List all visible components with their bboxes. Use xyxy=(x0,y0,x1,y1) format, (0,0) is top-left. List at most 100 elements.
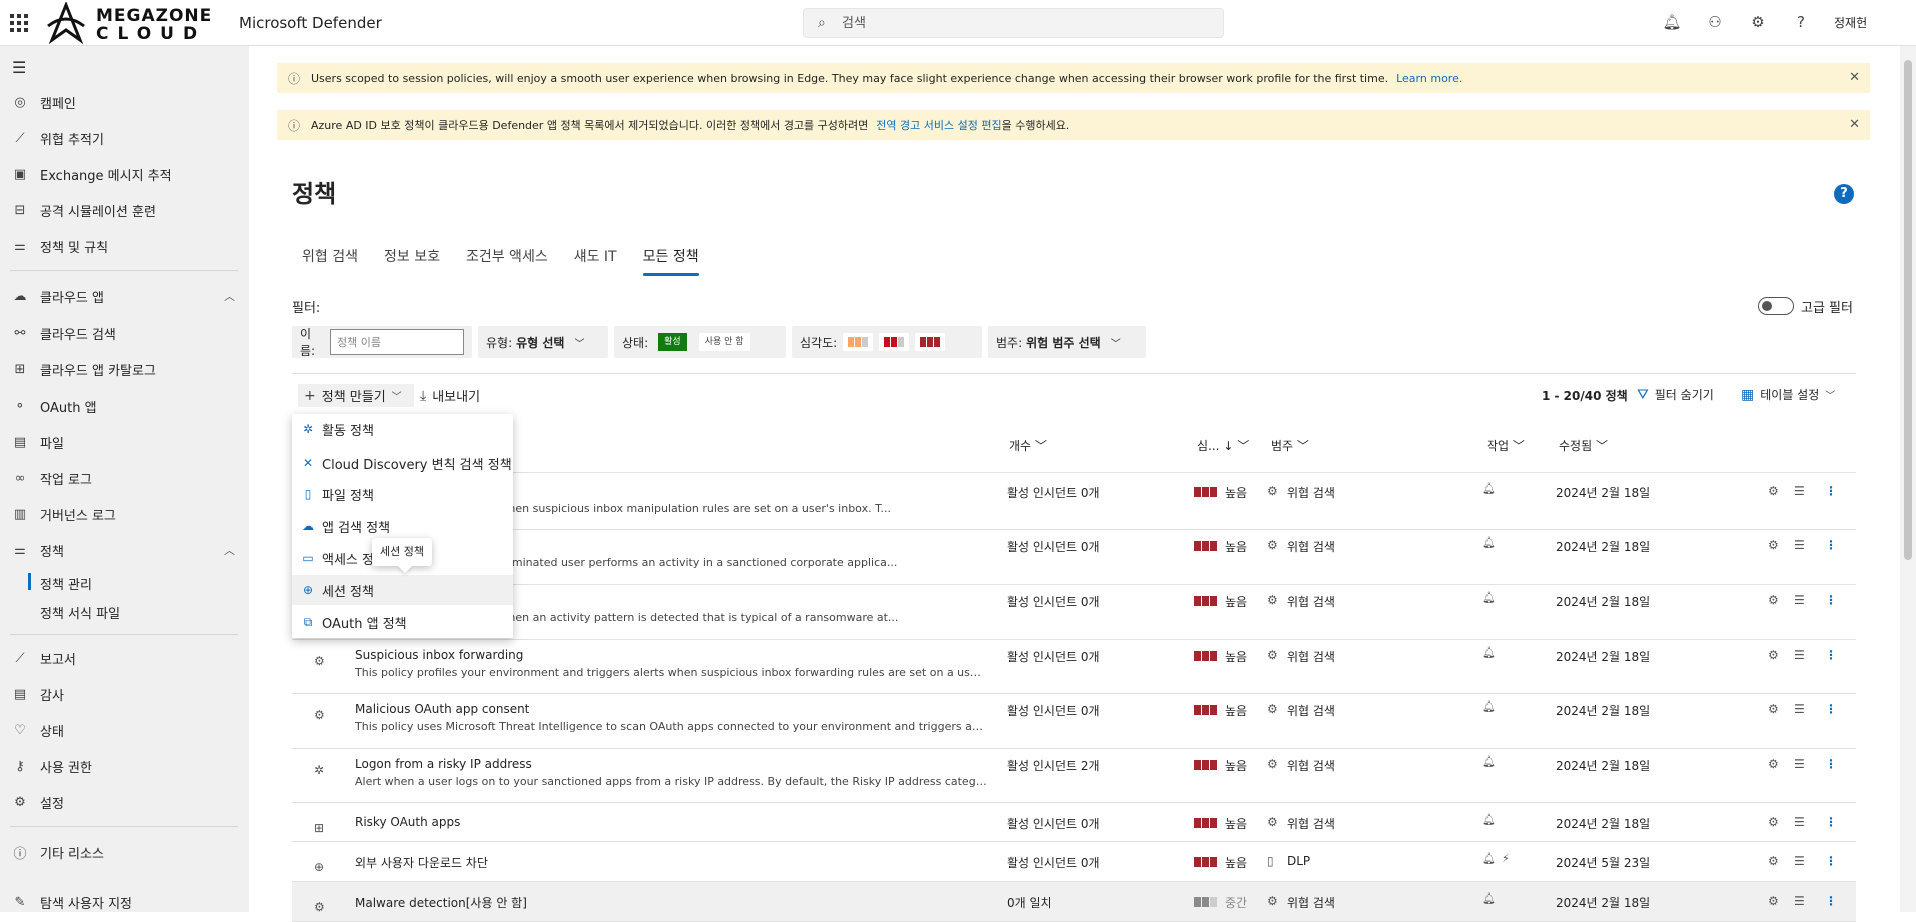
close-icon[interactable]: ✕ xyxy=(1849,117,1860,132)
list-icon[interactable]: ☰ xyxy=(1794,894,1805,908)
search-box[interactable]: ⌕ xyxy=(803,8,1224,38)
sidebar-item-oauth-apps[interactable]: ⚬ OAuth 앱 xyxy=(0,390,249,422)
policy-count-cell[interactable]: 활성 인시던트 0개 xyxy=(1007,484,1100,501)
sidebar-item-governance-log[interactable]: ▥ 거버넌스 로그 xyxy=(0,498,249,530)
menu-item-activity-policy[interactable]: ✲ 활동 정책 xyxy=(292,414,513,444)
policy-count-cell[interactable]: 활성 인시던트 0개 xyxy=(1007,702,1100,719)
settings-gear-icon[interactable]: ⚙ xyxy=(1768,648,1779,662)
list-icon[interactable]: ☰ xyxy=(1794,854,1805,868)
settings-gear-icon[interactable]: ⚙ xyxy=(1748,13,1768,33)
menu-item-app-discovery-policy[interactable]: ☁ 앱 검색 정책 xyxy=(292,511,513,541)
sidebar-item-audit[interactable]: ▤ 감사 xyxy=(0,678,249,710)
close-icon[interactable]: ✕ xyxy=(1849,70,1860,85)
learn-more-link[interactable]: Learn more. xyxy=(1396,72,1462,85)
app-launcher-icon[interactable] xyxy=(10,14,28,32)
sidebar-item-settings[interactable]: ⚙ 설정 xyxy=(0,786,249,818)
table-row[interactable]: ⛨nment and triggers alerts when an activ… xyxy=(292,585,1856,640)
sidebar-item-customize-nav[interactable]: ✎ 탐색 사용자 지정 xyxy=(0,886,249,918)
policy-name-input[interactable] xyxy=(330,329,464,355)
bell-icon[interactable]: 🔔︎ xyxy=(1662,13,1682,33)
hamburger-menu-icon[interactable]: ☰ xyxy=(12,58,26,77)
more-options-icon[interactable]: ⋮ xyxy=(1825,702,1837,716)
column-header-severity[interactable]: 심... ↓ ﹀ xyxy=(1197,437,1249,454)
sidebar-item-cloud-discovery[interactable]: ⚯ 클라우드 검색 xyxy=(0,317,249,349)
sidebar-item-health[interactable]: ♡ 상태 xyxy=(0,714,249,746)
status-active-pill[interactable]: 활성 xyxy=(658,333,687,351)
sidebar-item-permissions[interactable]: ⚷ 사용 권한 xyxy=(0,750,249,782)
sidebar-item-cloud-apps[interactable]: ☁ 클라우드 앱 ︿ xyxy=(0,280,249,312)
sidebar-item-more-resources[interactable]: ⓘ 기타 리소스 xyxy=(0,836,249,868)
vertical-scrollbar[interactable] xyxy=(1900,46,1916,912)
policy-name[interactable]: Malware detection[사용 안 함] xyxy=(355,894,527,911)
create-policy-button[interactable]: + 정책 만들기 ﹀ xyxy=(298,384,414,407)
tab-threat-detection[interactable]: 위협 검색 xyxy=(292,246,368,278)
policy-count-cell[interactable]: 0개 일치 xyxy=(1007,894,1052,911)
table-row[interactable]: ✲ Logon from a risky IP address Alert when… xyxy=(292,749,1856,803)
settings-gear-icon[interactable]: ⚙ xyxy=(1768,757,1779,771)
hide-filters-button[interactable]: ⛛ 필터 숨기기 xyxy=(1637,386,1714,403)
status-disabled-pill[interactable]: 사용 안 함 xyxy=(698,333,750,351)
list-icon[interactable]: ☰ xyxy=(1794,815,1805,829)
more-options-icon[interactable]: ⋮ xyxy=(1825,815,1837,829)
list-icon[interactable]: ☰ xyxy=(1794,757,1805,771)
tab-conditional-access[interactable]: 조건부 액세스 xyxy=(456,246,558,278)
sidebar-item-attack-simulation[interactable]: ⊟ 공격 시뮬레이션 훈련 xyxy=(0,194,249,226)
list-icon[interactable]: ☰ xyxy=(1794,648,1805,662)
menu-item-oauth-policy[interactable]: ⧉ OAuth 앱 정책 xyxy=(292,607,513,637)
column-header-category[interactable]: 범주 ﹀ xyxy=(1271,437,1309,454)
app-title[interactable]: Microsoft Defender xyxy=(239,14,382,32)
scrollbar-thumb[interactable] xyxy=(1904,60,1912,560)
settings-gear-icon[interactable]: ⚙ xyxy=(1768,538,1779,552)
severity-medium-option[interactable] xyxy=(879,333,910,351)
sidebar-item-app-catalog[interactable]: ⊞ 클라우드 앱 카탈로그 xyxy=(0,353,249,385)
settings-gear-icon[interactable]: ⚙ xyxy=(1768,484,1779,498)
sidebar-item-files[interactable]: ▤ 파일 xyxy=(0,426,249,458)
tab-info-protection[interactable]: 정보 보호 xyxy=(374,246,450,278)
sidebar-item-campaigns[interactable]: ◎ 캠페인 xyxy=(0,86,249,118)
severity-low-option[interactable] xyxy=(843,333,874,351)
more-options-icon[interactable]: ⋮ xyxy=(1825,757,1837,771)
more-options-icon[interactable]: ⋮ xyxy=(1825,484,1837,498)
menu-item-file-policy[interactable]: ▯ 파일 정책 xyxy=(292,479,513,509)
column-header-modified[interactable]: 수정됨 ﹀ xyxy=(1559,437,1608,454)
sidebar-item-policies-rules[interactable]: ⚌ 정책 및 규칙 xyxy=(0,230,249,262)
policy-count-cell[interactable]: 활성 인시던트 0개 xyxy=(1007,593,1100,610)
settings-gear-icon[interactable]: ⚙ xyxy=(1768,815,1779,829)
policy-name[interactable]: Malicious OAuth app consent xyxy=(355,702,529,716)
severity-high-option[interactable] xyxy=(915,333,946,351)
policy-count-cell[interactable]: 활성 인시던트 0개 xyxy=(1007,538,1100,555)
table-row[interactable]: ⚙ Malware detection[사용 안 함] 0개 일치 중간 ⚙ 위협 검색 🔔… xyxy=(292,882,1856,922)
more-options-icon[interactable]: ⋮ xyxy=(1825,538,1837,552)
policy-count-cell[interactable]: 활성 인시던트 2개 xyxy=(1007,757,1100,774)
list-icon[interactable]: ☰ xyxy=(1794,593,1805,607)
settings-gear-icon[interactable]: ⚙ xyxy=(1768,593,1779,607)
tab-all-policies[interactable]: 모든 정책 xyxy=(633,246,709,278)
search-input[interactable] xyxy=(842,13,1202,33)
column-header-actions[interactable]: 작업 ﹀ xyxy=(1487,437,1525,454)
table-row[interactable]: ☍nated usernment and alerts when a termi… xyxy=(292,530,1856,585)
user-name[interactable]: 정재헌 xyxy=(1834,14,1867,31)
policy-count-cell[interactable]: 활성 인시던트 0개 xyxy=(1007,854,1100,871)
sidebar-item-threat-tracker[interactable]: ⟋ 위협 추적기 xyxy=(0,122,249,154)
type-filter[interactable]: 유형: 유형 선택 ﹀ xyxy=(478,326,608,358)
list-icon[interactable]: ☰ xyxy=(1794,484,1805,498)
list-icon[interactable]: ☰ xyxy=(1794,538,1805,552)
table-row[interactable]: ⊕ 외부 사용자 다운로드 차단 활성 인시던트 0개 높음 ▯ DLP 🔔︎ ⚡︎ 2024년… xyxy=(292,842,1856,882)
policy-name[interactable]: Logon from a risky IP address xyxy=(355,757,532,771)
column-header-count[interactable]: 개수 ﹀ xyxy=(1009,437,1047,454)
settings-gear-icon[interactable]: ⚙ xyxy=(1768,894,1779,908)
list-icon[interactable]: ☰ xyxy=(1794,702,1805,716)
sidebar-item-exchange-trace[interactable]: ▣ Exchange 메시지 추적 xyxy=(0,158,249,190)
table-settings-button[interactable]: ▦ 테이블 설정 ﹀ xyxy=(1741,386,1841,403)
table-row[interactable]: ⚙ Suspicious inbox forwarding This policy … xyxy=(292,640,1856,694)
more-options-icon[interactable]: ⋮ xyxy=(1825,648,1837,662)
more-options-icon[interactable]: ⋮ xyxy=(1825,894,1837,908)
table-row[interactable]: ⊞ Risky OAuth apps 활성 인시던트 0개 높음 ⚙ 위협 검색 🔔︎ 202… xyxy=(292,803,1856,842)
table-row[interactable]: ⚙on rulenment and triggers alerts when s… xyxy=(292,476,1856,530)
menu-item-session-policy[interactable]: ⊕ 세션 정책 xyxy=(292,575,513,605)
sidebar-subitem-policy-templates[interactable]: 정책 서식 파일 xyxy=(40,603,120,622)
community-icon[interactable]: ⚇ xyxy=(1705,13,1725,33)
settings-gear-icon[interactable]: ⚙ xyxy=(1768,702,1779,716)
policy-count-cell[interactable]: 활성 인시던트 0개 xyxy=(1007,815,1100,832)
advanced-filter-toggle[interactable] xyxy=(1758,297,1794,315)
